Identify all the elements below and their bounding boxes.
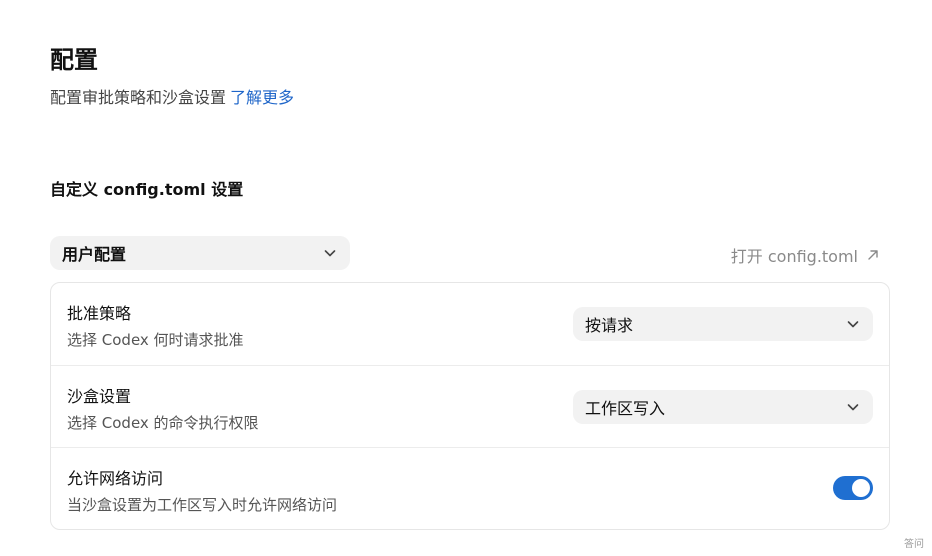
sandbox-title: 沙盒设置	[67, 387, 132, 406]
chevron-down-icon	[324, 250, 336, 257]
toggle-knob	[852, 479, 870, 497]
subtitle-text: 配置审批策略和沙盒设置	[50, 88, 227, 107]
open-config-label: 打开 config.toml	[730, 247, 858, 266]
approval-description: 选择 Codex 何时请求批准	[67, 331, 244, 349]
network-title: 允许网络访问	[67, 469, 164, 488]
watermark-text: 答问	[904, 539, 924, 550]
section-title: 自定义 config.toml 设置	[50, 180, 244, 199]
profile-select[interactable]: 用户配置	[50, 236, 350, 270]
setting-row-sandbox: 沙盒设置 选择 Codex 的命令执行权限 工作区写入	[51, 365, 889, 447]
approval-policy-select[interactable]: 按请求	[573, 307, 873, 341]
chevron-down-icon	[847, 404, 859, 411]
sandbox-mode-select[interactable]: 工作区写入	[573, 390, 873, 424]
learn-more-link[interactable]: 了解更多	[230, 88, 294, 107]
page-title: 配置	[50, 46, 98, 74]
open-config-link[interactable]: 打开 config.toml	[731, 243, 880, 267]
approval-policy-value: 按请求	[585, 316, 634, 335]
settings-card: 批准策略 选择 Codex 何时请求批准 按请求 沙盒设置 选择 Codex 的…	[50, 282, 890, 530]
chevron-down-icon	[847, 321, 859, 328]
external-link-arrow-icon	[868, 250, 878, 260]
approval-title: 批准策略	[67, 304, 132, 323]
profile-select-value: 用户配置	[62, 245, 127, 264]
setting-row-approval: 批准策略 选择 Codex 何时请求批准 按请求	[51, 283, 889, 365]
sandbox-mode-value: 工作区写入	[585, 399, 666, 418]
network-access-toggle[interactable]	[833, 476, 873, 500]
page-subtitle: 配置审批策略和沙盒设置 了解更多	[50, 84, 294, 108]
setting-row-network: 允许网络访问 当沙盒设置为工作区写入时允许网络访问	[51, 447, 889, 529]
sandbox-description: 选择 Codex 的命令执行权限	[67, 414, 259, 432]
network-description: 当沙盒设置为工作区写入时允许网络访问	[67, 496, 338, 514]
